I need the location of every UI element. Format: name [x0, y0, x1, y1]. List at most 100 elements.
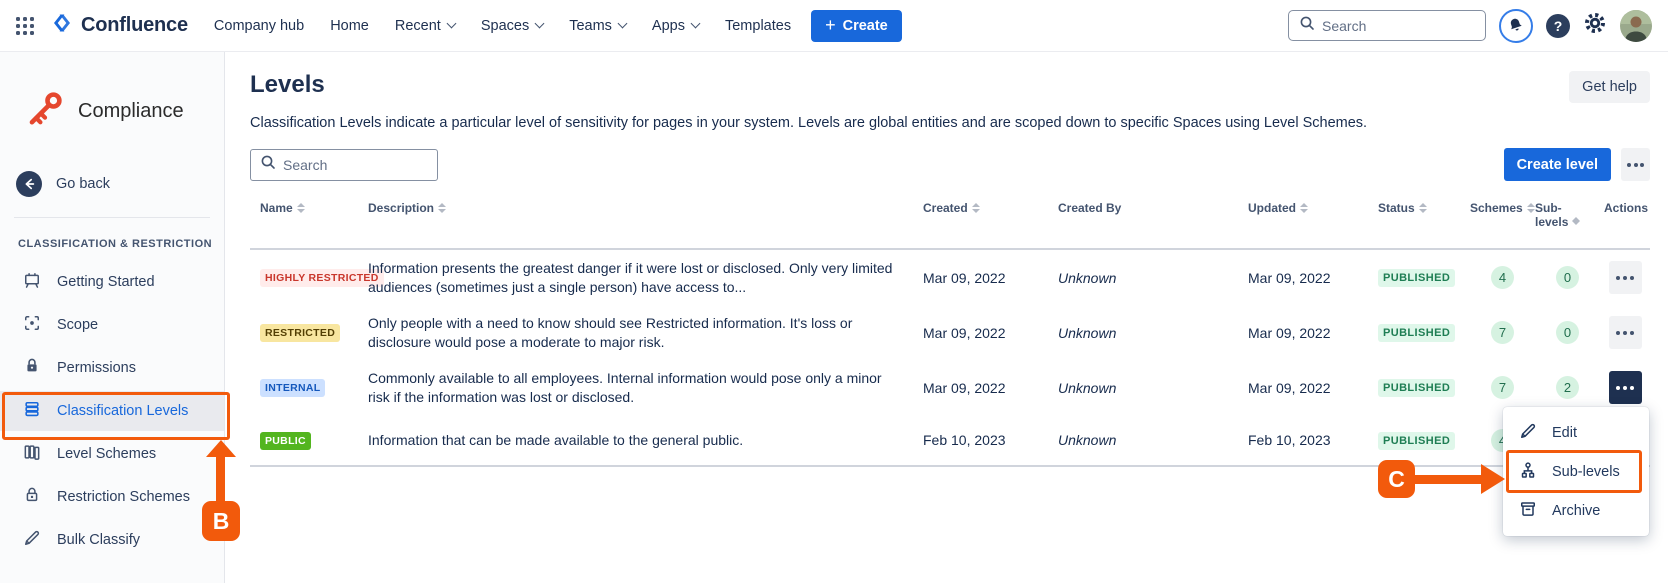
column-header-schemes[interactable]: Schemes [1470, 201, 1535, 215]
sub-levels-count: 0 [1556, 266, 1579, 289]
top-nav-links: Company hub Home Recent Spaces Teams App… [214, 18, 791, 34]
nav-teams[interactable]: Teams [569, 18, 626, 34]
sort-icon [438, 203, 446, 213]
sort-icon [1419, 203, 1427, 213]
annotation-rect-sub-levels [1506, 450, 1642, 493]
app-switcher-icon[interactable] [14, 15, 36, 37]
levels-search-input[interactable] [283, 157, 423, 173]
column-header-created[interactable]: Created [923, 201, 1058, 215]
menu-item-edit[interactable]: Edit [1503, 413, 1649, 452]
column-header-name[interactable]: Name [250, 201, 368, 215]
annotation-arrow-c-head [1481, 464, 1505, 494]
sort-icon [297, 203, 305, 213]
table-row-highly-restricted: HIGHLY RESTRICTED Information presents t… [250, 250, 1650, 305]
annotation-arrow-b-shaft [216, 456, 225, 503]
sidebar-item-bulk-classify[interactable]: Bulk Classify [0, 520, 224, 560]
level-name-badge[interactable]: INTERNAL [260, 379, 325, 397]
table-header-row: Name Description Created Created By Upda… [250, 197, 1650, 250]
lock-icon [22, 356, 42, 380]
level-name-badge[interactable]: RESTRICTED [260, 324, 340, 342]
nav-company-hub[interactable]: Company hub [214, 18, 304, 34]
sidebar-divider [14, 217, 210, 218]
level-description: Commonly available to all employees. Int… [368, 369, 923, 407]
sidebar-item-level-schemes[interactable]: Level Schemes [0, 434, 224, 474]
sidebar-section-title: CLASSIFICATION & RESTRICTION [18, 238, 224, 250]
sidebar-item-getting-started[interactable]: Getting Started [0, 262, 224, 302]
create-level-button[interactable]: Create level [1504, 148, 1611, 181]
page-description: Classification Levels indicate a particu… [250, 115, 1650, 131]
confluence-admin-page: Confluence Company hub Home Recent Space… [0, 0, 1668, 583]
sort-icon [972, 203, 980, 213]
status-badge: PUBLISHED [1378, 432, 1455, 450]
chevron-down-icon [446, 19, 456, 29]
sidebar-item-permissions[interactable]: Permissions [0, 348, 224, 388]
nav-recent[interactable]: Recent [395, 18, 455, 34]
chevron-down-icon [535, 19, 545, 29]
pencil-icon [22, 528, 42, 552]
created-date: Mar 09, 2022 [923, 270, 1058, 286]
chevron-down-icon [617, 19, 627, 29]
table-more-actions-button[interactable] [1621, 148, 1650, 181]
archive-box-icon [1518, 499, 1538, 523]
global-search[interactable] [1288, 10, 1486, 41]
created-date: Mar 09, 2022 [923, 380, 1058, 396]
created-date: Feb 10, 2023 [923, 432, 1058, 448]
nav-spaces[interactable]: Spaces [481, 18, 543, 34]
level-name-badge[interactable]: HIGHLY RESTRICTED [260, 269, 384, 287]
easel-icon [22, 270, 42, 294]
compliance-sidebar: Compliance Go back CLASSIFICATION & REST… [0, 52, 225, 583]
column-header-actions: Actions [1600, 201, 1650, 215]
confluence-brand[interactable]: Confluence [50, 11, 188, 40]
search-icon [1299, 15, 1315, 36]
annotation-badge-c: C [1378, 460, 1415, 498]
level-description: Only people with a need to know should s… [368, 314, 923, 352]
column-header-sub-levels[interactable]: Sub-levels [1535, 201, 1600, 229]
columns-icon [22, 442, 42, 466]
updated-date: Mar 09, 2022 [1248, 270, 1378, 286]
notification-bell-icon[interactable] [1499, 9, 1533, 43]
annotation-rect-classification-levels [2, 392, 230, 440]
avatar[interactable] [1620, 10, 1652, 42]
sub-levels-count: 0 [1556, 321, 1579, 344]
column-header-updated[interactable]: Updated [1248, 201, 1378, 215]
back-arrow-icon [16, 171, 42, 197]
settings-gear-icon[interactable] [1583, 11, 1607, 40]
status-badge: PUBLISHED [1378, 379, 1455, 397]
confluence-logo-icon [50, 11, 74, 40]
level-description: Information that can be made available t… [368, 431, 923, 450]
page-title: Levels [250, 71, 325, 99]
row-actions-button[interactable] [1609, 316, 1642, 349]
column-header-created-by: Created By [1058, 201, 1248, 215]
annotation-arrow-c-shaft [1415, 475, 1482, 484]
column-header-description[interactable]: Description [368, 201, 923, 215]
go-back-button[interactable]: Go back [16, 171, 224, 197]
menu-item-archive[interactable]: Archive [1503, 491, 1649, 530]
nav-apps[interactable]: Apps [652, 18, 699, 34]
schemes-count: 7 [1491, 321, 1514, 344]
global-search-input[interactable] [1322, 18, 1462, 34]
help-icon[interactable]: ? [1546, 14, 1570, 38]
status-badge: PUBLISHED [1378, 269, 1455, 287]
nav-home[interactable]: Home [330, 18, 369, 34]
nav-templates[interactable]: Templates [725, 18, 791, 34]
sidebar-item-scope[interactable]: Scope [0, 305, 224, 345]
annotation-badge-b: B [202, 501, 240, 541]
app-title: Confluence [81, 14, 188, 37]
padlock-icon [22, 485, 42, 509]
table-row-internal: INTERNAL Commonly available to all emplo… [250, 360, 1650, 415]
compliance-logo: Compliance [0, 52, 224, 137]
levels-search[interactable] [250, 149, 438, 181]
scope-icon [22, 313, 42, 337]
updated-date: Mar 09, 2022 [1248, 325, 1378, 341]
table-row-public: PUBLIC Information that can be made avai… [250, 415, 1650, 467]
sidebar-item-restriction-schemes[interactable]: Restriction Schemes [0, 477, 224, 517]
column-header-status[interactable]: Status [1378, 201, 1470, 215]
level-name-badge[interactable]: PUBLIC [260, 432, 311, 450]
row-actions-button[interactable] [1609, 261, 1642, 294]
created-by: Unknown [1058, 270, 1248, 286]
chevron-down-icon [691, 19, 701, 29]
status-badge: PUBLISHED [1378, 324, 1455, 342]
create-button[interactable]: + Create [811, 10, 902, 42]
get-help-button[interactable]: Get help [1569, 71, 1650, 103]
row-actions-button-active[interactable] [1609, 371, 1642, 404]
